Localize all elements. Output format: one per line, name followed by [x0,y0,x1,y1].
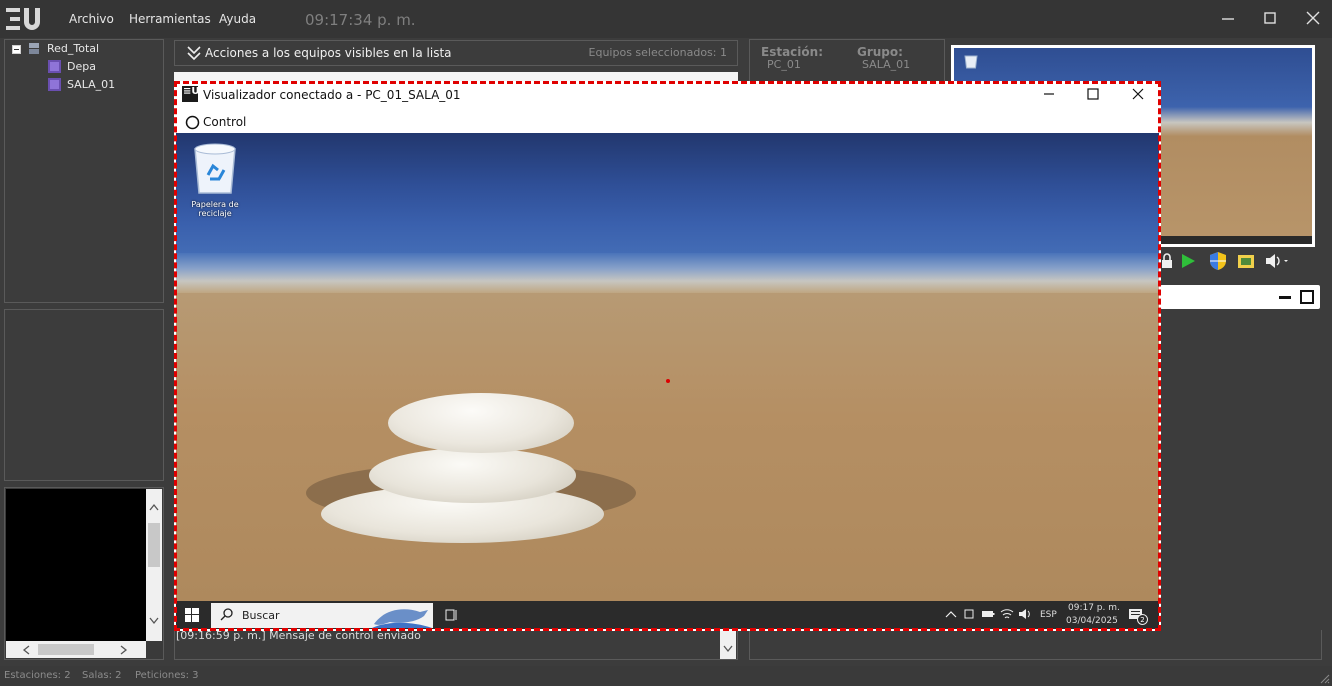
shield-icon[interactable] [1208,251,1228,271]
tree-root[interactable]: Red_Total [47,42,99,55]
tree-item-sala01[interactable]: SALA_01 [67,78,115,91]
network-icon [29,43,39,54]
menu-herramientas[interactable]: Herramientas [129,12,211,26]
menu-archivo[interactable]: Archivo [69,12,114,26]
right-lower-panel [749,630,1322,660]
close-icon[interactable] [1129,86,1147,102]
volume-icon[interactable] [1264,252,1290,270]
scroll-left-icon[interactable] [22,645,30,655]
selected-count: Equipos seleccionados: 1 [588,46,727,59]
minimize-icon[interactable] [1216,8,1240,30]
minimize-icon[interactable] [1277,289,1293,305]
remote-search-placeholder: Buscar [242,609,280,622]
dolphin-icon [372,609,432,628]
preview-screen [6,489,146,641]
chevron-up-icon[interactable] [945,609,957,619]
status-rooms: Salas: 2 [82,670,122,681]
group-label: Grupo: [857,45,903,59]
chevron-double-down-icon[interactable] [185,44,203,62]
remote-lang[interactable]: ESP [1040,610,1057,620]
notification-badge: 2 [1137,614,1148,625]
battery-icon[interactable] [981,609,995,619]
remote-time: 09:17 p. m. [1068,603,1120,613]
recycle-bin-label: Papelera de reciclaje [186,200,244,218]
recycle-bin-label-line-1: Papelera de [191,200,239,209]
group-value: SALA_01 [862,58,911,71]
scroll-down-icon[interactable] [149,617,159,625]
remote-date: 03/04/2025 [1066,616,1118,626]
control-label[interactable]: Control [203,115,246,129]
speaker-icon[interactable] [1018,608,1032,620]
maximize-icon[interactable] [1258,8,1282,30]
info-panel [4,309,164,481]
maximize-icon[interactable] [1084,86,1102,102]
group-icon [48,78,61,91]
maximize-icon[interactable] [1299,289,1315,305]
log-scrollbar[interactable] [720,631,736,659]
scroll-up-icon[interactable] [149,503,159,511]
recycle-bin-icon[interactable] [189,139,241,195]
search-icon[interactable] [220,608,233,621]
recycle-bin-label-line-2: reciclaje [198,209,232,218]
menu-ayuda[interactable]: Ayuda [219,12,256,26]
status-requests: Peticiones: 3 [135,670,199,681]
horizontal-scrollbar[interactable] [6,641,146,658]
remote-desktop[interactable] [176,133,1159,601]
status-bar [0,666,1332,686]
scroll-right-icon[interactable] [120,645,128,655]
group-icon [48,60,61,73]
lock-icon[interactable] [1160,252,1174,270]
actions-bar: Acciones a los equipos visibles en la li… [174,40,738,66]
recycle-bin-icon [964,55,978,69]
remote-cursor [666,379,670,383]
tree-item-depa[interactable]: Depa [67,60,96,73]
scroll-thumb-h[interactable] [38,644,94,655]
secondary-window-header [1160,285,1320,309]
windows-start-icon[interactable] [185,608,199,622]
status-stations: Estaciones: 2 [4,670,71,681]
folder-image-icon[interactable] [1237,252,1255,270]
device-icon [964,609,974,619]
minimize-icon[interactable] [1040,86,1058,102]
scroll-down-icon[interactable] [723,645,733,653]
clock: 09:17:34 p. m. [305,11,416,29]
viewer-app-icon: ≡U [182,86,200,102]
station-label: Estación: [761,45,823,59]
collapse-icon[interactable] [12,45,21,54]
viewer-title: Visualizador conectado a - PC_01_SALA_01 [203,88,461,102]
vertical-scrollbar[interactable] [146,489,162,641]
station-value: PC_01 [767,58,801,71]
close-icon[interactable] [1301,8,1325,30]
control-radio[interactable] [185,115,200,130]
wifi-icon[interactable] [1000,608,1014,620]
app-logo [6,8,40,30]
task-view-icon[interactable] [445,608,459,622]
resize-grip-icon[interactable] [1318,672,1330,684]
actions-label[interactable]: Acciones a los equipos visibles en la li… [205,46,452,60]
play-icon[interactable] [1179,252,1197,270]
scroll-thumb[interactable] [148,523,160,567]
